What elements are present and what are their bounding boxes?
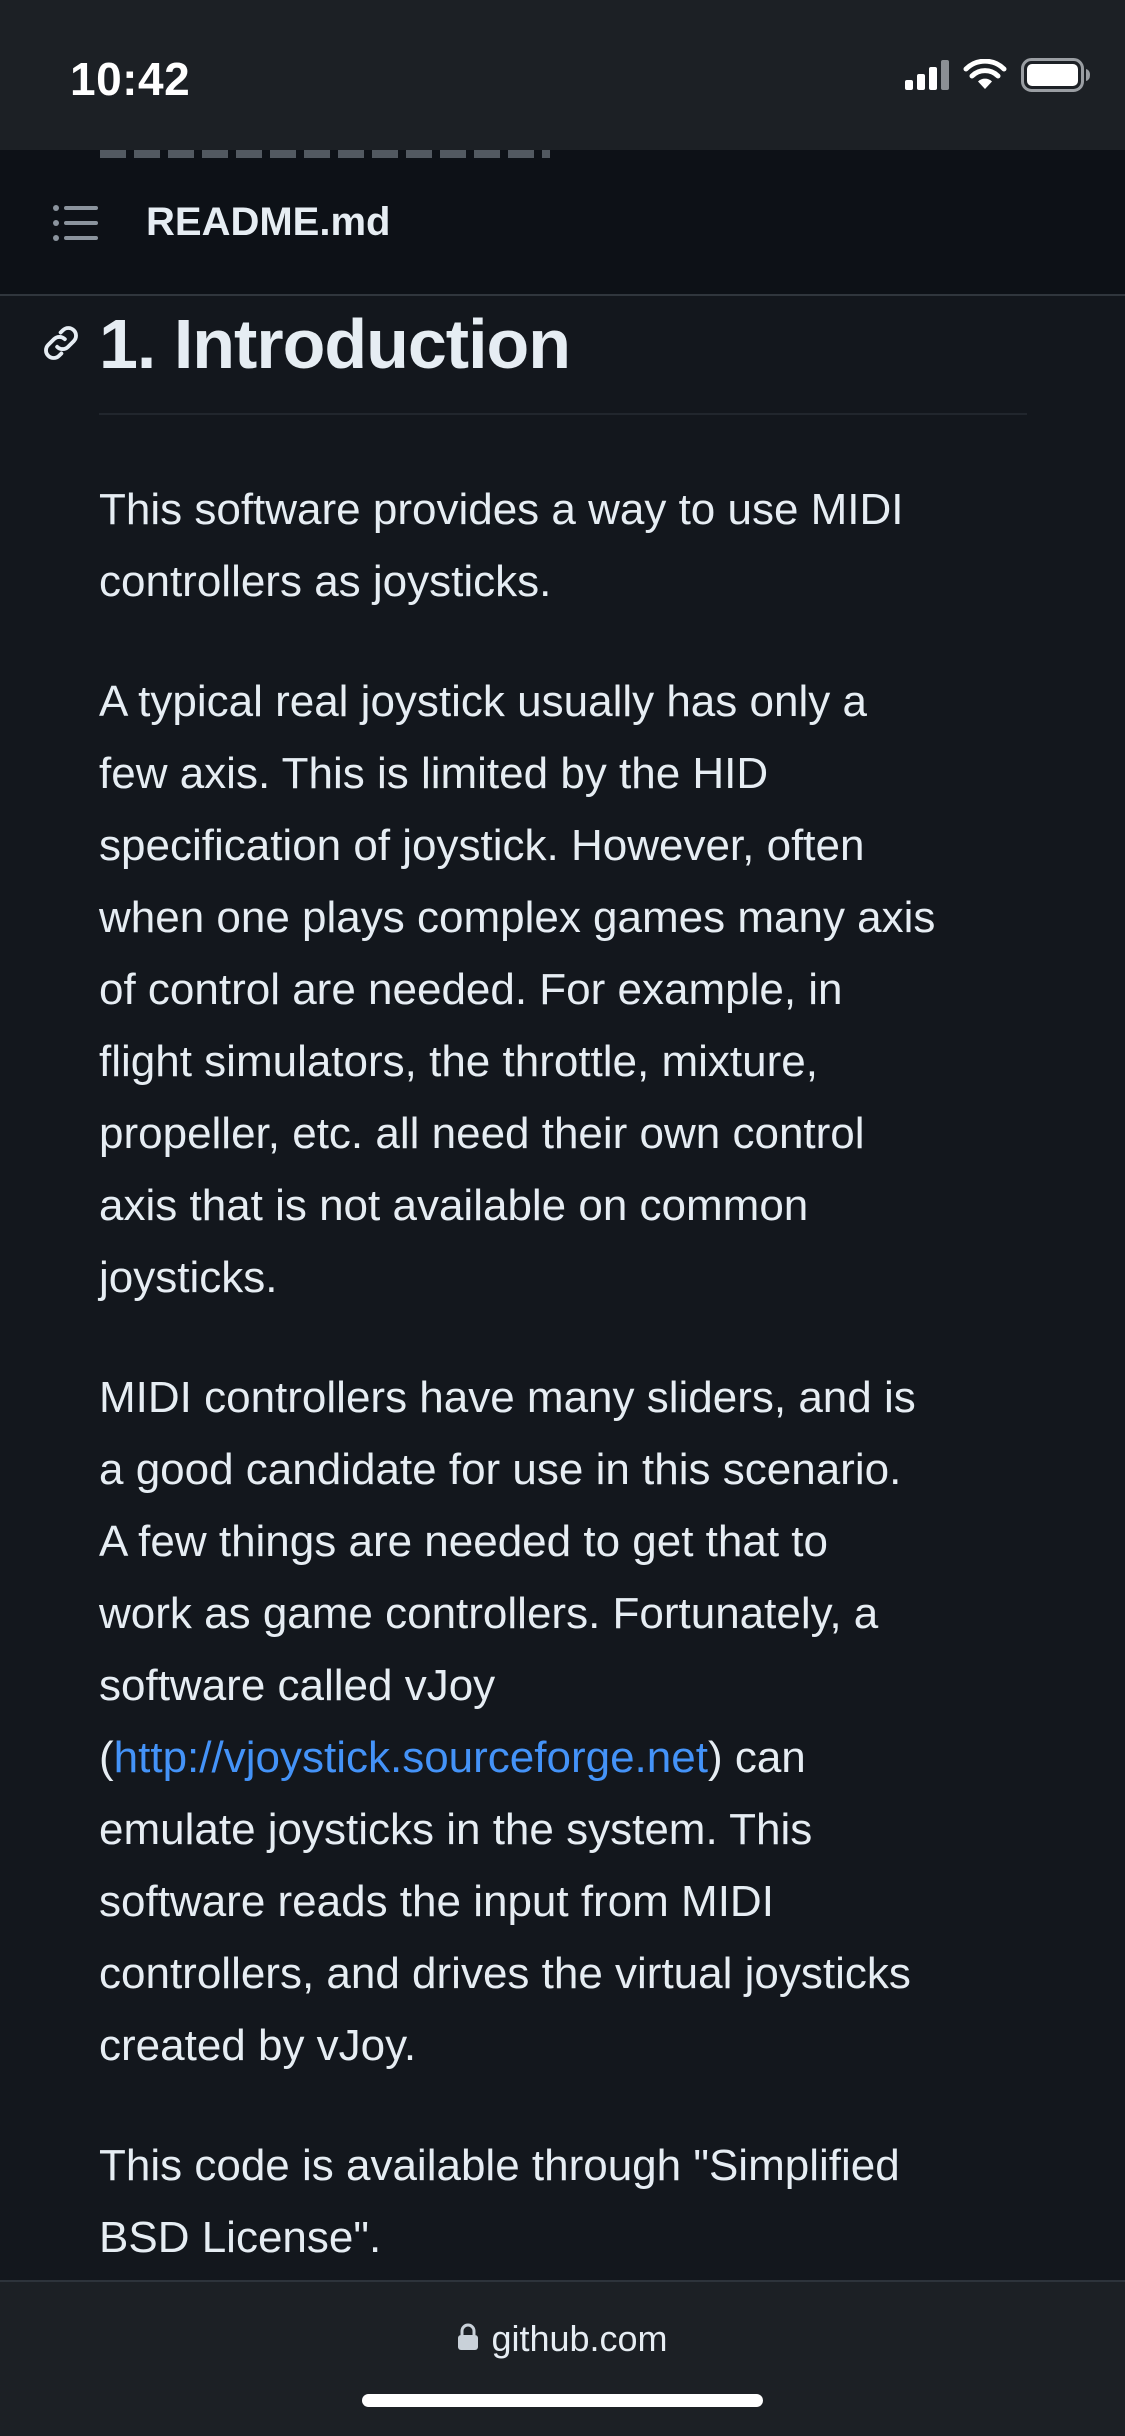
- link-icon: [38, 326, 84, 370]
- home-indicator[interactable]: [362, 2394, 763, 2407]
- text-line: A few things are needed to get that to: [99, 1517, 828, 1566]
- section-heading: 1. Introduction: [99, 305, 571, 383]
- link-suffix: ) can: [707, 1733, 806, 1782]
- lock-icon: [457, 2323, 479, 2356]
- table-of-contents-button[interactable]: [40, 190, 110, 260]
- text-line: propeller, etc. all need their own contr…: [99, 1109, 865, 1158]
- text-line: a good candidate for use in this scenari…: [99, 1445, 902, 1494]
- file-header: README.md: [0, 150, 1125, 296]
- status-icons: [905, 58, 1091, 97]
- url-content[interactable]: github.com: [0, 2318, 1125, 2360]
- scrolled-heading-remnant: [40, 150, 1125, 164]
- url-domain[interactable]: github.com: [491, 2318, 667, 2360]
- text-line: BSD License".: [99, 2213, 382, 2262]
- cellular-signal-icon: [905, 60, 949, 95]
- vjoy-link[interactable]: http://vjoystick.sourceforge.net: [114, 1733, 708, 1782]
- list-icon: [52, 204, 98, 247]
- text-line: when one plays complex games many axis: [99, 893, 936, 942]
- heading-rule: [99, 413, 1027, 415]
- text-line: few axis. This is limited by the HID: [99, 749, 769, 798]
- text-line: created by vJoy.: [99, 2021, 417, 2070]
- text-line: joysticks.: [99, 1253, 278, 1302]
- text-line: MIDI controllers have many sliders, and …: [99, 1373, 916, 1422]
- paragraph-joystick-limits: A typical real joystick usually has only…: [99, 666, 1044, 1314]
- text-line: software reads the input from MIDI: [99, 1877, 774, 1926]
- link-prefix: (: [99, 1733, 114, 1782]
- wifi-icon: [963, 58, 1007, 96]
- paragraphs: This software provides a way to use MIDI…: [99, 474, 1044, 2280]
- text-line: A typical real joystick usually has only…: [99, 677, 867, 726]
- status-time: 10:42: [70, 53, 191, 105]
- paragraph-intro: This software provides a way to use MIDI…: [99, 474, 1044, 618]
- text-line: This software provides a way to use MIDI: [99, 485, 904, 534]
- text-line: specification of joystick. However, ofte…: [99, 821, 865, 870]
- text-line: This code is available through "Simplifi…: [99, 2141, 900, 2190]
- text-line: flight simulators, the throttle, mixture…: [99, 1037, 818, 1086]
- status-bar: 10:42: [0, 0, 1125, 150]
- text-line: controllers as joysticks.: [99, 557, 552, 606]
- battery-icon: [1021, 58, 1091, 97]
- heading-anchor-link[interactable]: [38, 320, 84, 366]
- text-line: controllers, and drives the virtual joys…: [99, 1949, 911, 1998]
- browser-url-bar[interactable]: github.com: [0, 2280, 1125, 2436]
- text-line: software called vJoy: [99, 1661, 496, 1710]
- text-line-with-link: (http://vjoystick.sourceforge.net) can: [99, 1722, 1044, 1794]
- text-line: of control are needed. For example, in: [99, 965, 843, 1014]
- paragraph-midi-controllers: MIDI controllers have many sliders, and …: [99, 1362, 1044, 2082]
- paragraph-license: This code is available through "Simplifi…: [99, 2130, 1044, 2274]
- text-line: work as game controllers. Fortunately, a: [99, 1589, 879, 1638]
- text-line: axis that is not available on common: [99, 1181, 809, 1230]
- readme-content: 1. Introduction This software provides a…: [0, 296, 1125, 2280]
- text-line: emulate joysticks in the system. This: [99, 1805, 813, 1854]
- file-title: README.md: [146, 200, 391, 244]
